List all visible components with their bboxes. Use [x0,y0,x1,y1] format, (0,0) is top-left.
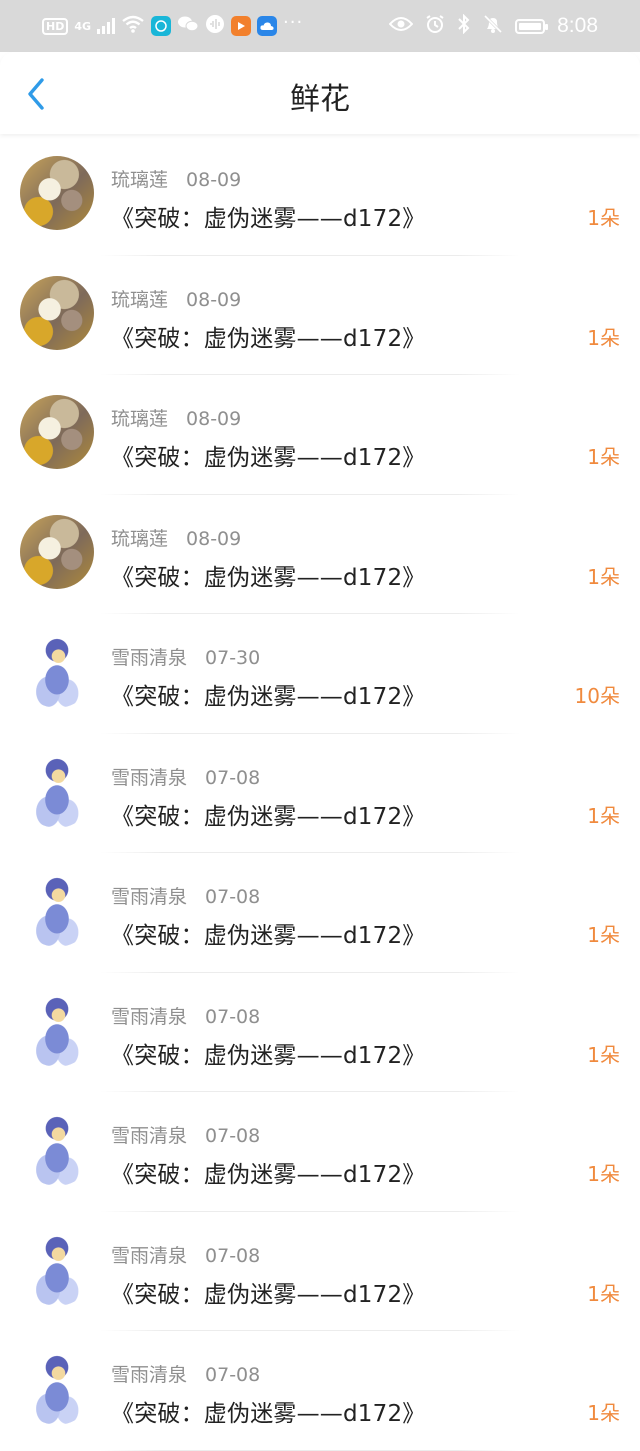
row-divider [100,1449,520,1451]
page-title: 鲜花 [290,82,350,117]
record-date: 08-09 [186,527,242,550]
record-date: 07-08 [205,1005,261,1028]
status-right: 8:08 [388,13,598,38]
avatar[interactable] [20,873,94,947]
avatar[interactable] [20,275,94,350]
record-meta: 雪雨清泉 07-08 [111,1002,260,1029]
list-item[interactable]: 雪雨清泉 07-08 《突破：虚伪迷雾——d172》 1朵 [0,853,640,973]
list-item[interactable]: 雪雨清泉 07-08 《突破：虚伪迷雾——d172》 1朵 [0,1331,640,1451]
user-name[interactable]: 琉璃莲 [111,289,168,311]
list-item[interactable]: 琉璃莲 08-09 《突破：虚伪迷雾——d172》 1朵 [0,256,640,375]
record-date: 07-08 [205,766,261,789]
record-meta: 雪雨清泉 07-08 [111,882,260,909]
list-item[interactable]: 雪雨清泉 07-08 《突破：虚伪迷雾——d172》 1朵 [0,1092,640,1212]
avatar[interactable] [20,753,94,828]
book-title: 《突破：虚伪迷雾——d172》 [111,445,426,471]
bluetooth-icon [457,13,471,38]
alarm-icon [425,14,445,38]
record-meta: 雪雨清泉 07-30 [111,643,260,670]
eye-icon [388,16,414,36]
record-meta: 琉璃莲 08-09 [111,404,241,431]
list-item[interactable]: 琉璃莲 08-09 《突破：虚伪迷雾——d172》 1朵 [0,375,640,495]
avatar[interactable] [20,156,94,230]
user-name[interactable]: 雪雨清泉 [111,886,187,908]
avatar[interactable] [20,1351,94,1425]
flower-count: 1朵 [587,1281,620,1306]
record-date: 07-08 [205,886,261,908]
book-title: 《突破：虚伪迷雾——d172》 [111,206,426,232]
flower-count: 1朵 [587,803,620,828]
list-item[interactable]: 雪雨清泉 07-30 《突破：虚伪迷雾——d172》 10朵 [0,614,640,734]
more-notifications-icon: ··· [283,12,304,33]
list-item[interactable]: 雪雨清泉 07-08 《突破：虚伪迷雾——d172》 1朵 [0,734,640,853]
mute-bell-icon [483,14,503,38]
hd-badge: HD [42,17,69,35]
record-date: 08-09 [186,288,242,311]
avatar[interactable] [20,395,94,469]
battery-icon [515,18,549,34]
record-date: 07-08 [205,1244,261,1267]
user-name[interactable]: 琉璃莲 [111,528,168,550]
list-item[interactable]: 雪雨清泉 07-08 《突破：虚伪迷雾——d172》 1朵 [0,1212,640,1331]
cloud-app-icon [257,16,278,36]
user-name[interactable]: 琉璃莲 [111,408,168,430]
record-date: 08-09 [186,169,242,191]
book-title: 《突破：虚伪迷雾——d172》 [111,325,426,352]
record-meta: 琉璃莲 08-09 [111,285,241,312]
network-type-label: 4G [74,19,92,33]
book-title: 《突破：虚伪迷雾——d172》 [111,564,426,591]
audio-app-icon [205,14,225,38]
status-left: HD 4G ··· [42,14,303,38]
flower-count: 1朵 [587,445,620,469]
flower-count: 1朵 [587,325,620,350]
book-title: 《突破：虚伪迷雾——d172》 [111,803,426,830]
book-title: 《突破：虚伪迷雾——d172》 [111,684,426,710]
user-name[interactable]: 雪雨清泉 [111,647,187,669]
book-title: 《突破：虚伪迷雾——d172》 [111,1281,426,1308]
cell-signal-icon [97,18,116,34]
record-meta: 雪雨清泉 07-08 [111,1360,260,1387]
wechat-icon [177,15,199,37]
record-meta: 雪雨清泉 07-08 [111,763,260,790]
user-name[interactable]: 雪雨清泉 [111,1125,187,1147]
record-date: 08-09 [186,408,242,430]
book-title: 《突破：虚伪迷雾——d172》 [111,1162,426,1188]
play-app-icon [231,16,252,36]
flower-record-list: 琉璃莲 08-09 《突破：虚伪迷雾——d172》 1朵 琉璃莲 08-09 《突破… [0,136,640,1451]
user-name[interactable]: 琉璃莲 [111,169,168,191]
flower-count: 1朵 [587,564,620,589]
status-time: 8:08 [557,14,598,37]
record-meta: 雪雨清泉 07-08 [111,1121,260,1148]
flower-count: 10朵 [574,684,620,708]
record-meta: 琉璃莲 08-09 [111,165,241,192]
flower-count: 1朵 [587,1042,620,1067]
book-title: 《突破：虚伪迷雾——d172》 [111,1042,426,1069]
avatar[interactable] [20,634,94,708]
app-notification-icon [151,16,172,36]
user-name[interactable]: 雪雨清泉 [111,1245,187,1267]
book-title: 《突破：虚伪迷雾——d172》 [111,1401,426,1427]
status-bar: HD 4G ··· 8:08 [0,0,640,52]
nav-bar: 鲜花 [0,52,640,134]
avatar[interactable] [20,992,94,1067]
wifi-icon [121,15,145,37]
list-item[interactable]: 雪雨清泉 07-08 《突破：虚伪迷雾——d172》 1朵 [0,973,640,1092]
flower-count: 1朵 [587,206,620,230]
record-date: 07-08 [205,1125,261,1147]
user-name[interactable]: 雪雨清泉 [111,1364,187,1386]
avatar[interactable] [20,1231,94,1306]
user-name[interactable]: 雪雨清泉 [111,767,187,789]
list-item[interactable]: 琉璃莲 08-09 《突破：虚伪迷雾——d172》 1朵 [0,136,640,256]
record-meta: 雪雨清泉 07-08 [111,1241,260,1268]
record-meta: 琉璃莲 08-09 [111,524,241,551]
avatar[interactable] [20,1112,94,1186]
record-date: 07-08 [205,1364,261,1386]
avatar[interactable] [20,514,94,589]
flower-count: 1朵 [587,1162,620,1186]
user-name[interactable]: 雪雨清泉 [111,1006,187,1028]
list-item[interactable]: 琉璃莲 08-09 《突破：虚伪迷雾——d172》 1朵 [0,495,640,614]
book-title: 《突破：虚伪迷雾——d172》 [111,923,426,949]
record-date: 07-30 [205,647,261,669]
flower-count: 1朵 [587,923,620,947]
